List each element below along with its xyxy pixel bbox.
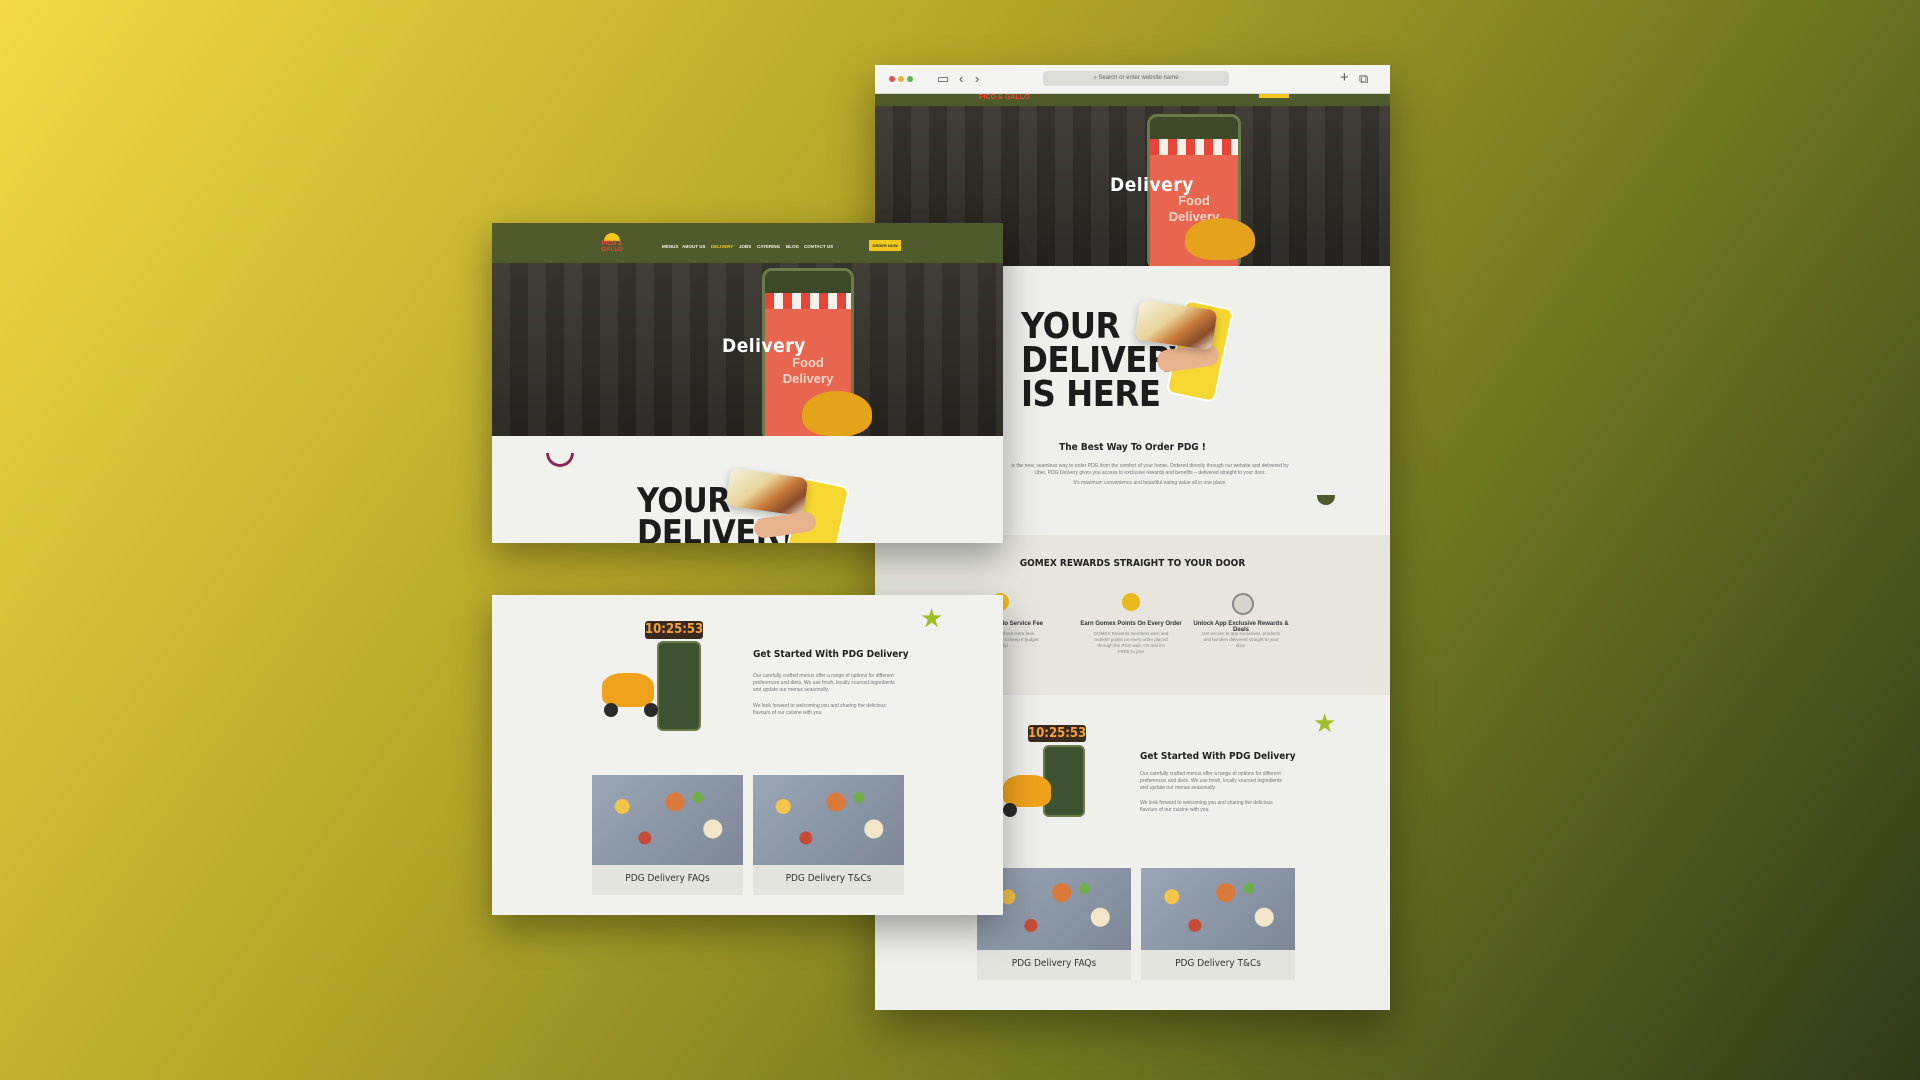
sun-icon [604, 233, 620, 241]
terms-tile[interactable]: PDG Delivery T&Cs [753, 775, 904, 895]
countdown-timer: 10:25:53 [1028, 725, 1087, 742]
food-spread-image [753, 775, 904, 865]
phone-graphic [657, 641, 701, 731]
nav-jobs[interactable]: JOBS [739, 244, 751, 249]
brand-name: PICO & GALLO [601, 241, 623, 253]
nav-about-us[interactable]: ABOUT US [682, 244, 706, 249]
scooter-graphic [802, 391, 872, 436]
scooter-graphic [1185, 218, 1255, 260]
nav-catering[interactable]: CATERING [757, 244, 780, 249]
scooter-wheel [1003, 803, 1017, 817]
order-now-button[interactable]: ORDER NOW [869, 240, 901, 251]
desktop-preview-hero: PICO & GALLO MENUS ABOUT US DELIVERY JOB… [492, 223, 1003, 543]
nav-delivery[interactable]: DELIVERY [711, 244, 733, 249]
get-started-text-2: We look forward to welcoming you and sha… [1140, 800, 1273, 813]
get-started-title: Get Started With PDG Delivery [753, 649, 909, 660]
hero-graphic-line2: Delivery [782, 371, 834, 386]
phone-graphic [1043, 745, 1085, 817]
get-started-text-1: Our carefully crafted menus offer a rang… [753, 673, 895, 693]
intro-text: is the new, seamless way to order PDG fr… [1011, 463, 1289, 476]
gomex-points-icon [1122, 593, 1140, 611]
star-icon: ★ [1313, 708, 1337, 738]
forward-arrow-icon[interactable]: › [975, 71, 979, 87]
new-tab-icon[interactable]: + [1340, 70, 1349, 86]
address-bar-placeholder: Search or enter website name [1098, 75, 1179, 81]
site-navbar: PICO & GALLO MENUS ABOUT US DELIVERY JOB… [492, 223, 1003, 263]
address-bar[interactable]: ⌕ Search or enter website name [1043, 71, 1229, 86]
food-spread-image [592, 775, 743, 865]
site-header-strip: PICO & GALLO [875, 94, 1390, 106]
app-rewards-icon [1232, 593, 1254, 615]
site-logo[interactable]: PICO & GALLO [979, 94, 1030, 101]
minimize-window-dot[interactable] [898, 76, 904, 82]
star-icon: ★ [920, 603, 944, 633]
hero-graphic-line1: Food [792, 355, 824, 370]
sidebar-icon[interactable]: ▭ [937, 71, 949, 87]
hero-title: Delivery [1110, 174, 1194, 196]
reward-desc-2: GOMEX Rewards members earn and redeem po… [1093, 631, 1169, 654]
get-started-text-2: We look forward to welcoming you and sha… [753, 703, 886, 716]
countdown-timer: 10:25:53 [645, 621, 704, 639]
intro-text-2: It's maximum convenience and beautiful e… [1073, 480, 1227, 486]
get-started-text-1: Our carefully crafted menus offer a rang… [1140, 771, 1282, 791]
scooter-wheel [644, 703, 658, 717]
nav-menus[interactable]: MENUS [662, 244, 678, 249]
food-spread-image [1141, 868, 1295, 950]
get-started-title: Get Started With PDG Delivery [1140, 751, 1296, 762]
tile-caption-faqs: PDG Delivery FAQs [1011, 958, 1097, 969]
hero-title: Delivery [722, 335, 806, 357]
back-arrow-icon[interactable]: ‹ [959, 71, 963, 87]
scooter-graphic [602, 673, 654, 707]
scooter-wheel [604, 703, 618, 717]
nav-blog[interactable]: BLOG [786, 244, 799, 249]
rewards-title: GOMEX REWARDS STRAIGHT TO YOUR DOOR [1019, 558, 1246, 569]
taco-bowl-icon [1317, 495, 1335, 505]
hero-banner: Food Delivery Delivery [492, 263, 1003, 436]
reward-label-2: Earn Gomex Points On Every Order [1080, 621, 1182, 627]
tile-caption-terms: PDG Delivery T&Cs [1175, 958, 1261, 969]
tabs-overview-icon[interactable]: ⧉ [1359, 71, 1368, 87]
awning-graphic [1150, 139, 1238, 155]
desktop-preview-get-started: ★ 10:25:53 Get Started With PDG Delivery… [492, 595, 1003, 915]
maximize-window-dot[interactable] [907, 76, 913, 82]
close-window-dot[interactable] [889, 76, 895, 82]
tile-caption-terms: PDG Delivery T&Cs [785, 873, 872, 884]
awning-graphic [765, 293, 851, 309]
nav-contact-us[interactable]: CONTACT US [804, 244, 833, 249]
faqs-tile[interactable]: PDG Delivery FAQs [592, 775, 743, 895]
site-logo[interactable]: PICO & GALLO [592, 233, 632, 255]
terms-tile[interactable]: PDG Delivery T&Cs [1141, 868, 1295, 980]
tile-caption-faqs: PDG Delivery FAQs [625, 873, 710, 884]
order-now-button[interactable] [1259, 94, 1289, 98]
reward-desc-3: Get access to app exclusives, products a… [1201, 631, 1281, 648]
browser-toolbar: ▭ ‹ › ⌕ Search or enter website name + ⧉ [875, 65, 1390, 94]
smile-icon [546, 453, 574, 467]
